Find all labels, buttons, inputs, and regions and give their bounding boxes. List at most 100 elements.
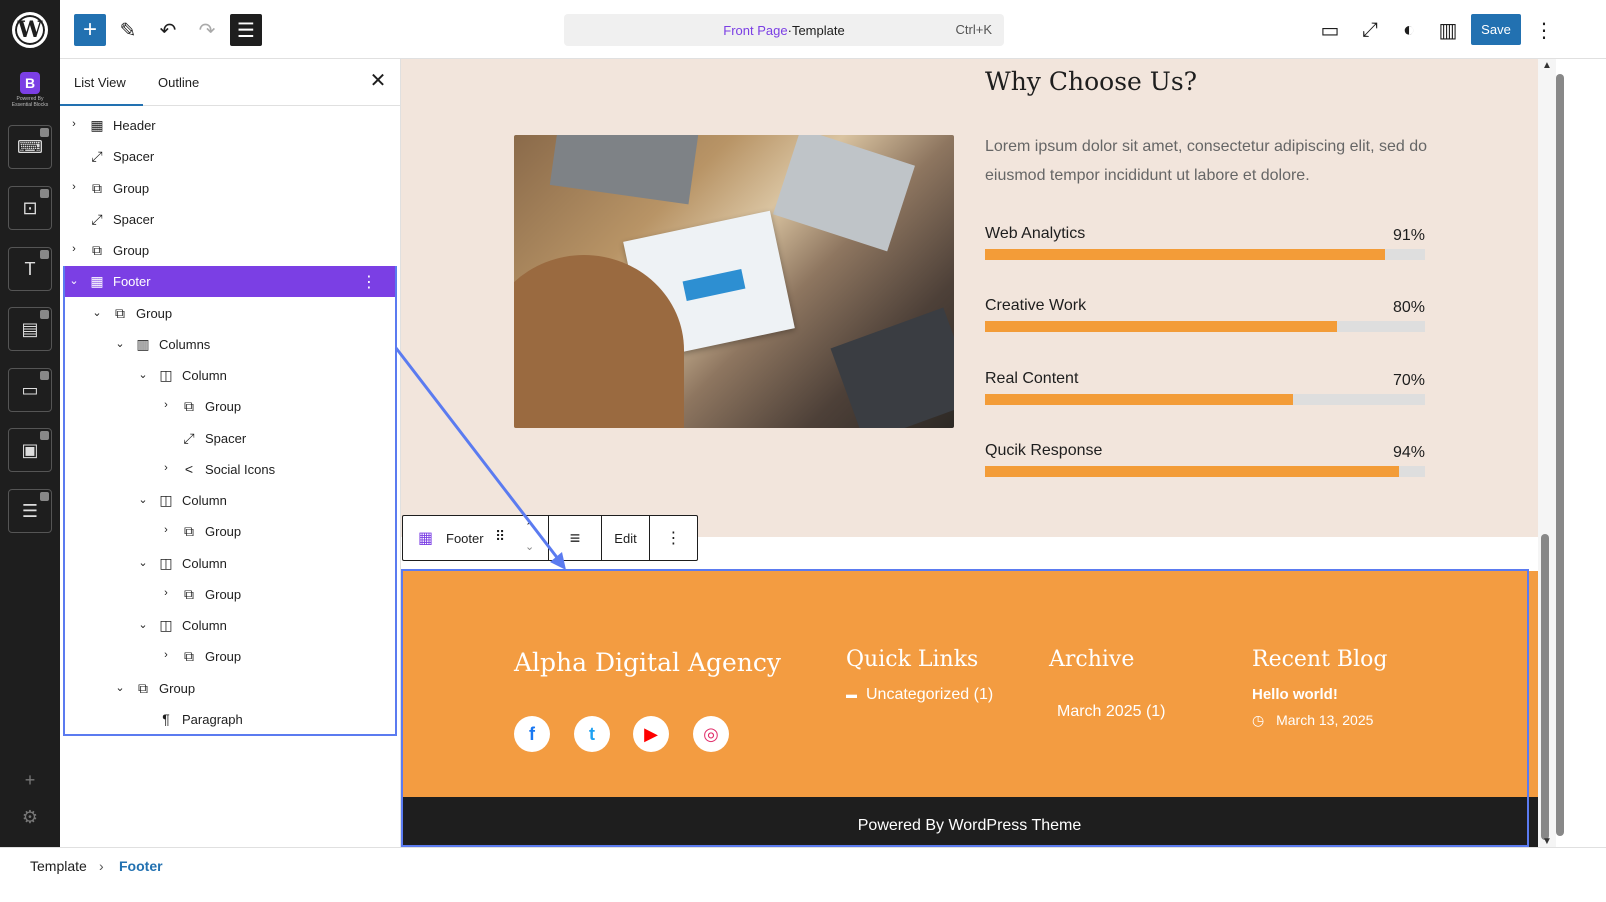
footer-brand[interactable]: Alpha Digital Agency [514,648,781,677]
list-view-item[interactable]: › ⧉ Group [60,391,400,422]
redo-icon[interactable]: ↷ [191,14,223,46]
list-view-item[interactable]: › ⧉ Group [60,235,400,266]
twitter-icon[interactable]: t [574,716,610,752]
command-palette-bar[interactable]: Front Page · Template Ctrl+K [564,14,1004,46]
expand-chevron-icon[interactable]: › [160,524,172,536]
edit-button[interactable]: Edit [602,516,650,560]
youtube-icon[interactable]: ▶ [633,716,669,752]
list-view-item[interactable]: › ⧉ Group [60,516,400,547]
tools-pen-icon[interactable]: ✎ [112,14,144,46]
block-options-icon[interactable]: ⋮ [650,516,697,560]
expand-chevron-icon[interactable]: › [160,649,172,661]
editor-header: + ✎ ↶ ↷ ☰ Front Page · Template Ctrl+K ▭… [60,0,1606,59]
block-inserter-button[interactable]: + [74,14,106,46]
tab-list-view[interactable]: List View [74,75,126,90]
list-view-item[interactable]: › ▦ Header [60,110,400,141]
arrow-line [394,347,564,565]
eb-tool-3-button[interactable]: T [8,247,52,291]
block-type-icon: ⤢ [183,429,195,446]
item-options-icon[interactable]: ⋮ [361,272,377,292]
eb-tool-1-button[interactable]: ⌨ [8,125,52,169]
block-type-icon: ◫ [159,367,173,383]
expand-chevron-icon[interactable]: ⌄ [137,368,149,381]
save-button[interactable]: Save [1471,14,1521,45]
document-overview-button[interactable]: ☰ [230,14,262,46]
block-type-icon: ◫ [159,554,173,571]
list-view-item[interactable]: ⤢ Spacer [60,204,400,235]
list-view-item[interactable]: › ⧉ Group [60,641,400,672]
list-view-item-label: Column [182,493,227,508]
sidebar-add-icon[interactable]: + [18,768,42,792]
list-view-item[interactable]: ⌄ ◫ Column [60,485,400,516]
scroll-up-arrow-icon[interactable]: ▲ [1542,60,1552,71]
options-more-icon[interactable]: ⋮ [1528,14,1560,46]
essential-blocks-logo[interactable]: B Powered By Essential Blocks [10,72,50,116]
desktop-view-icon[interactable]: ▭ [1314,14,1346,46]
list-view-item-label: Spacer [205,430,247,446]
list-view-item[interactable]: › ⧉ Group [60,579,400,610]
copyright-bar[interactable]: Powered By WordPress Theme [401,797,1538,847]
list-view-panel: List View Outline ✕ › ▦ Header ⤢ Spacer › ⧉ Gro… [60,59,401,847]
breadcrumb-separator-icon: › [99,858,104,874]
footer-block[interactable]: Alpha Digital Agency f t ▶ ◎ Quick Links… [401,571,1538,847]
expand-chevron-icon[interactable]: ⌄ [137,618,149,631]
breadcrumb-current[interactable]: Footer [119,858,163,874]
tab-outline[interactable]: Outline [158,75,199,90]
list-view-item[interactable]: ⌄ ◫ Column [60,610,400,641]
expand-chevron-icon[interactable]: › [160,399,172,411]
eb-tool-5-button[interactable]: ▭ [8,368,52,412]
expand-chevron-icon[interactable]: ⌄ [68,274,80,287]
section-paragraph[interactable]: Lorem ipsum dolor sit amet, consectetur … [985,132,1435,190]
progress-fill [985,321,1337,332]
team-meeting-image[interactable] [514,135,954,428]
list-view-item[interactable]: › < Social Icons [60,454,400,485]
list-view-item-label: Spacer [113,149,155,165]
section-heading[interactable]: Why Choose Us? [985,67,1197,96]
scroll-down-arrow-icon[interactable]: ▼ [1542,836,1552,847]
list-view-item[interactable]: ⤢ Spacer [60,423,400,454]
list-view-item[interactable]: ⌄ ⧉ Group [60,673,400,704]
expand-chevron-icon[interactable]: ⌄ [91,306,103,319]
list-view-item[interactable]: ⌄ ▥ Columns [60,329,400,360]
clock-icon: ◷ [1252,712,1265,728]
instagram-icon[interactable]: ◎ [693,716,729,752]
folder-icon: ▬ [846,689,857,701]
eb-tool-4-button[interactable]: ▤ [8,307,52,351]
expand-chevron-icon[interactable]: ⌄ [137,493,149,506]
eb-tool-2-button[interactable]: ⊡ [8,186,52,230]
expand-chevron-icon[interactable]: › [68,243,80,255]
eb-tool-6-button[interactable]: ▣ [8,428,52,472]
wordpress-logo-icon[interactable]: W [12,12,48,48]
list-view-item[interactable]: › ⧉ Group [60,173,400,204]
styles-icon[interactable]: ◐ [1393,14,1425,46]
list-view-item[interactable]: ¶ Paragraph [60,704,400,735]
list-view-item[interactable]: ⌄ ◫ Column [60,360,400,391]
photo-laptop [549,135,699,205]
settings-sidebar-icon[interactable]: ▥ [1432,14,1464,46]
list-view-item[interactable]: ⤢ Spacer [60,141,400,172]
category-link[interactable]: Uncategorized (1) [866,686,993,704]
recent-post-link[interactable]: Hello world! [1252,686,1338,703]
expand-chevron-icon[interactable]: › [68,181,80,193]
breadcrumb-root[interactable]: Template [30,858,87,874]
list-view-item[interactable]: ⌄ ⧉ Group [60,298,400,329]
eb-tool-7-button[interactable]: ☰ [8,489,52,533]
fullscreen-icon[interactable]: ⤢ [1354,14,1386,46]
list-view-item[interactable]: ⌄ ▦ Footer ⋮ [65,266,395,298]
close-icon[interactable]: ✕ [368,71,388,91]
expand-chevron-icon[interactable]: ⌄ [114,681,126,694]
expand-chevron-icon[interactable]: › [68,118,80,130]
list-view-item-label: Group [205,586,242,602]
page-scrollbar-thumb[interactable] [1556,74,1564,836]
expand-chevron-icon[interactable]: ⌄ [137,556,149,569]
list-view-item-label: Group [205,524,242,540]
list-view-item[interactable]: ⌄ ◫ Column [60,548,400,579]
facebook-icon[interactable]: f [514,716,550,752]
undo-icon[interactable]: ↶ [152,14,184,46]
sidebar-gear-icon[interactable]: ⚙ [18,805,42,829]
expand-chevron-icon[interactable]: › [160,462,172,474]
expand-chevron-icon[interactable]: › [160,587,172,599]
canvas-scrollbar-thumb[interactable] [1541,534,1549,840]
archive-link[interactable]: March 2025 (1) [1057,703,1166,721]
expand-chevron-icon[interactable]: ⌄ [114,337,126,350]
